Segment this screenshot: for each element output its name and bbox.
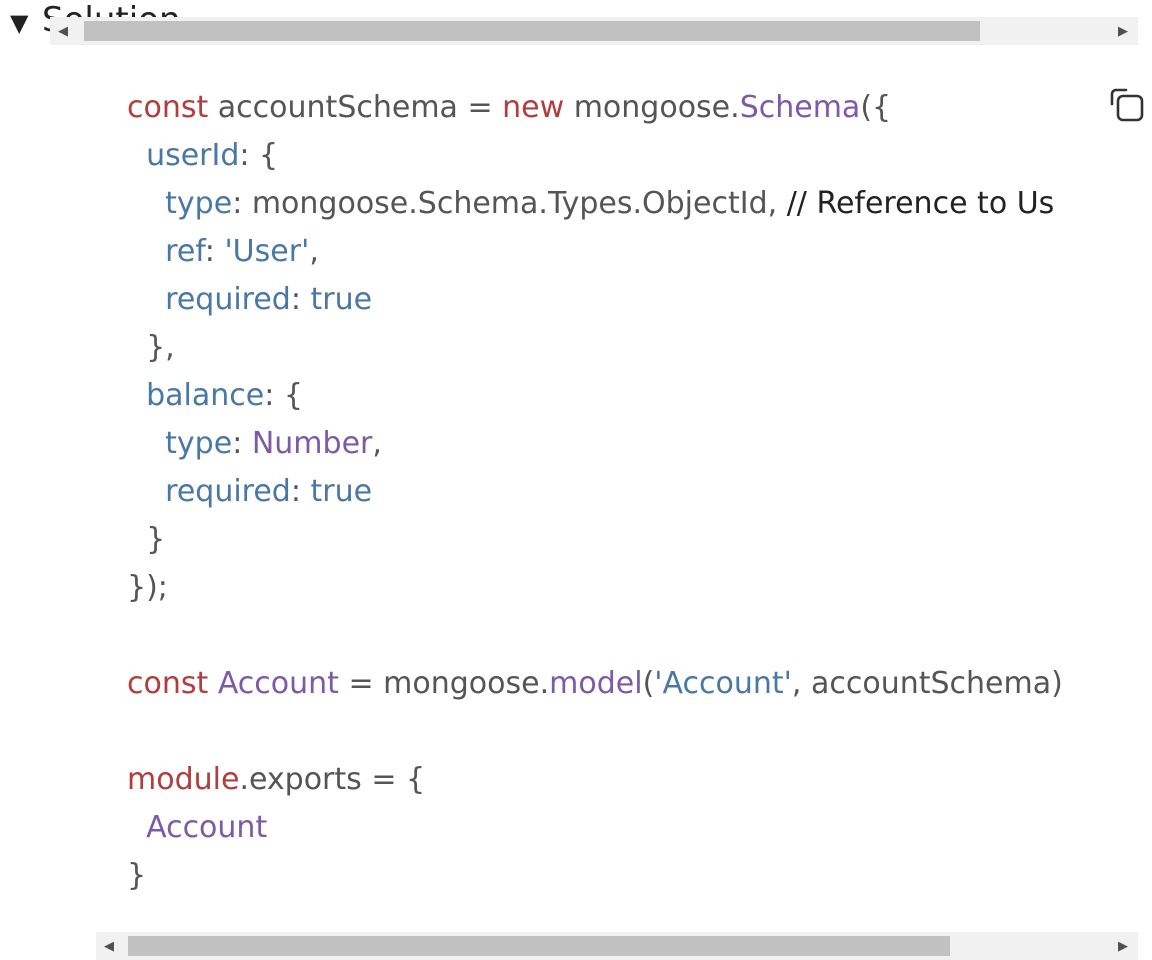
expanded-triangle-icon: ▼ (10, 9, 29, 37)
code-token: ( (642, 666, 655, 701)
code-token: Account (146, 810, 268, 845)
scrollbar-thumb[interactable] (84, 21, 980, 41)
code-line: required: true (127, 276, 1063, 324)
code-line: const accountSchema = new mongoose.Schem… (127, 84, 1063, 132)
code-line: module.exports = { (127, 756, 1063, 804)
scroll-right-arrow-icon[interactable]: ▶ (1112, 17, 1134, 45)
code-token: }); (127, 570, 168, 605)
scroll-left-arrow-icon[interactable]: ◀ (52, 17, 74, 45)
code-line: }); (127, 564, 1063, 612)
code-token: : (204, 234, 225, 269)
code-token: const (127, 666, 209, 701)
code-token: 'Account' (654, 666, 792, 701)
code-line: userId: { (127, 132, 1063, 180)
code-line: } (127, 516, 1063, 564)
code-token: } (127, 522, 166, 557)
code-line: required: true (127, 468, 1063, 516)
solution-page: ▼Solution ◀ ▶ const accountSchema = new … (0, 0, 1152, 960)
code-token: type (165, 186, 233, 221)
code-token: type (165, 426, 233, 461)
code-line: }, (127, 324, 1063, 372)
code-block: const accountSchema = new mongoose.Schem… (127, 84, 1063, 900)
code-token: , accountSchema) (791, 666, 1063, 701)
code-line: ​ (127, 612, 1063, 660)
code-token: Number (251, 426, 373, 461)
code-token: userId (146, 138, 240, 173)
code-line: balance: { (127, 372, 1063, 420)
code-token: // Reference to Us (786, 186, 1055, 221)
code-token: Schema (739, 90, 861, 125)
code-token: : (232, 426, 252, 461)
scroll-right-arrow-icon[interactable]: ▶ (1112, 932, 1134, 960)
code-token: required (165, 282, 291, 317)
code-token: : (290, 282, 311, 317)
code-line: type: mongoose.Schema.Types.ObjectId, //… (127, 180, 1063, 228)
code-token: ref (165, 234, 205, 269)
top-horizontal-scrollbar[interactable]: ◀ ▶ (50, 17, 1138, 45)
code-horizontal-scrollbar[interactable]: ◀ ▶ (96, 932, 1138, 960)
code-line: } (127, 852, 1063, 900)
code-token: required (165, 474, 291, 509)
code-token: true (310, 474, 373, 509)
code-token: .exports = { (239, 762, 426, 797)
code-token: } (127, 858, 147, 893)
code-token: ({ (860, 90, 892, 125)
code-token: new (502, 90, 565, 125)
code-token: model (549, 666, 643, 701)
code-token: 'User' (224, 234, 310, 269)
code-line: const Account = mongoose.model('Account'… (127, 660, 1063, 708)
code-line: ​ (127, 708, 1063, 756)
code-token: : mongoose.Schema.Types.ObjectId, (232, 186, 787, 221)
copy-icon (1110, 88, 1144, 122)
code-token: : { (239, 138, 279, 173)
code-line: Account (127, 804, 1063, 852)
code-token: true (310, 282, 373, 317)
code-token: : { (264, 378, 303, 413)
code-token: const (127, 90, 209, 125)
code-token: , (309, 234, 319, 269)
code-token: balance (146, 378, 265, 413)
code-token: mongoose. (564, 90, 740, 125)
scroll-left-arrow-icon[interactable]: ◀ (98, 932, 120, 960)
code-token: : (290, 474, 311, 509)
code-line: ref: 'User', (127, 228, 1063, 276)
code-token: module (127, 762, 240, 797)
code-token: = mongoose. (338, 666, 550, 701)
code-token: Account (217, 666, 339, 701)
scrollbar-thumb[interactable] (128, 936, 950, 956)
copy-code-button[interactable] (1104, 84, 1148, 128)
code-token: }, (127, 330, 175, 365)
code-line: type: Number, (127, 420, 1063, 468)
code-token: , (372, 426, 382, 461)
code-token: accountSchema = (208, 90, 503, 125)
